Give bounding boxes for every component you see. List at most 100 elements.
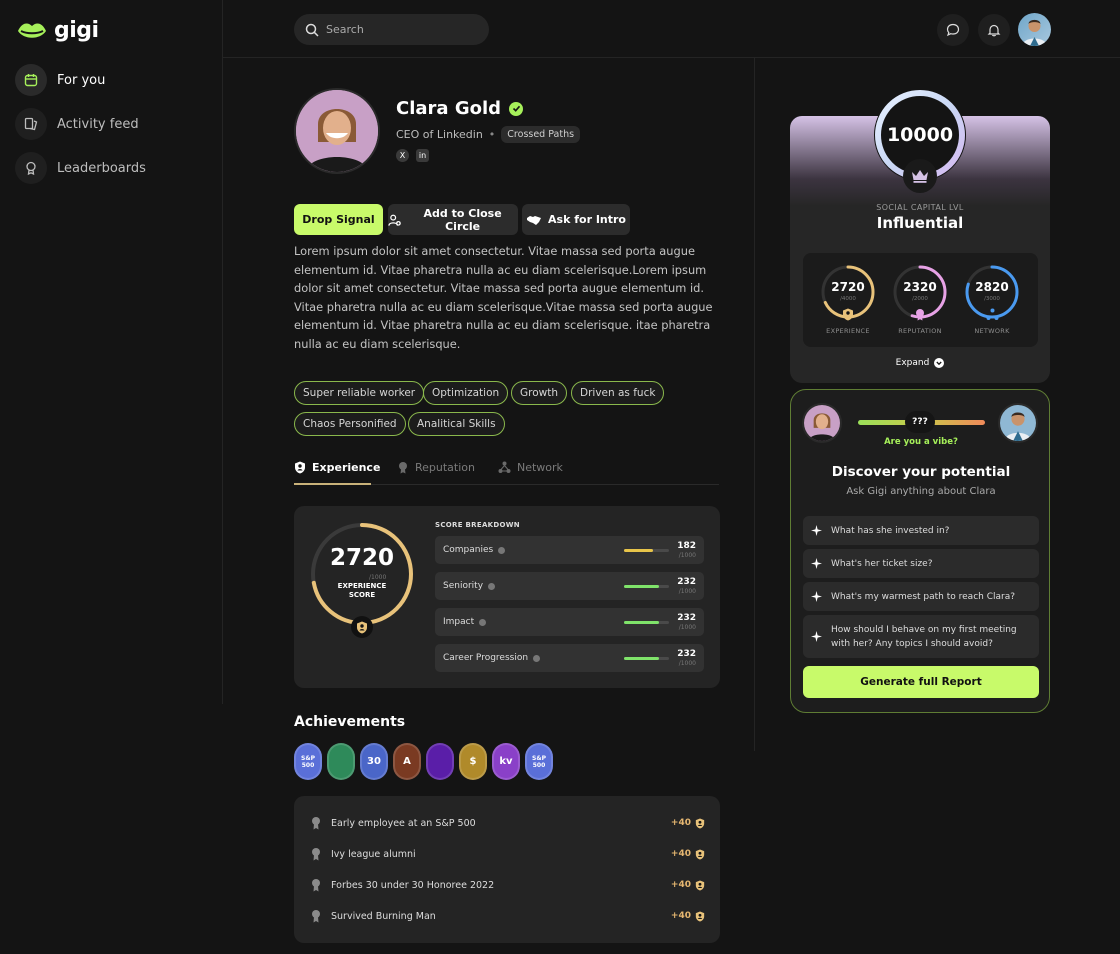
linkedin-social-icon[interactable]: in: [416, 149, 429, 162]
achievement-text: Ivy league alumni: [331, 848, 416, 860]
shield-person-icon: [695, 849, 705, 859]
skill-tag[interactable]: Growth: [511, 381, 568, 405]
breakdown-row-seniority[interactable]: Seniority 232 /1000: [435, 572, 704, 600]
achievement-points: +40: [671, 880, 705, 891]
button-label: Add to Close Circle: [423, 206, 502, 233]
question-text: What has she invested in?: [831, 525, 950, 536]
drop-signal-button[interactable]: Drop Signal: [294, 204, 383, 235]
skill-tag[interactable]: Chaos Personified: [294, 412, 406, 436]
score-minis-panel: 2720 /4000 2320 /2000 2820 /3000 EXPERIE…: [803, 253, 1038, 347]
tab-network[interactable]: Network: [498, 461, 563, 474]
points-value: +40: [670, 849, 691, 859]
breakdown-bar: [624, 621, 669, 624]
mini-score-max: /2000: [912, 296, 928, 302]
suggested-question[interactable]: What has she invested in?: [803, 516, 1039, 545]
button-label: Ask for Intro: [548, 213, 626, 226]
info-icon[interactable]: [533, 654, 541, 662]
vibe-caption: Are you a vibe?: [884, 437, 958, 447]
breakdown-max: /1000: [678, 624, 696, 631]
breakdown-max: /1000: [678, 552, 696, 559]
suggested-question[interactable]: How should I behave on my first meeting …: [803, 615, 1039, 658]
experience-shield-icon: [843, 308, 853, 321]
breakdown-bar: [624, 585, 669, 588]
social-capital-score: 10000: [886, 124, 954, 146]
suggested-question[interactable]: What's my warmest path to reach Clara?: [803, 582, 1039, 611]
tab-label: Reputation: [415, 461, 475, 474]
list-item[interactable]: Survived Burning Man +40: [311, 908, 705, 924]
suggested-question[interactable]: What's her ticket size?: [803, 549, 1039, 578]
sidebar-item-for-you[interactable]: For you: [15, 64, 205, 96]
mini-score-label: EXPERIENCE: [826, 327, 870, 335]
breakdown-label-text: Career Progression: [443, 653, 529, 663]
breakdown-label: Career Progression: [443, 653, 541, 663]
chat-bubble-icon: [946, 23, 960, 37]
add-close-circle-button[interactable]: Add to Close Circle: [388, 204, 518, 235]
mini-score-label: NETWORK: [974, 327, 1010, 335]
experience-score-max: /1000: [369, 574, 387, 581]
list-item[interactable]: Ivy league alumni +40: [311, 846, 705, 862]
tab-reputation[interactable]: Reputation: [397, 461, 475, 474]
achievement-medal[interactable]: A: [393, 743, 421, 780]
skill-tag[interactable]: Driven as fuck: [571, 381, 665, 405]
breakdown-row-career-progression[interactable]: Career Progression 232 /1000: [435, 644, 704, 672]
ribbon-icon: [312, 848, 320, 861]
logo[interactable]: gigi: [16, 18, 99, 43]
achievement-medal[interactable]: $: [459, 743, 487, 780]
shield-person-icon: [695, 911, 705, 921]
notifications-button[interactable]: [978, 14, 1010, 46]
column-divider: [754, 58, 755, 751]
breakdown-label: Impact: [443, 617, 487, 627]
sidebar-item-leaderboards[interactable]: Leaderboards: [15, 152, 205, 184]
mini-score-max: /3000: [984, 296, 1000, 302]
ribbon-icon: [312, 817, 320, 830]
lips-logo-icon: [18, 22, 46, 38]
breakdown-title: SCORE BREAKDOWN: [435, 521, 520, 529]
achievement-medal[interactable]: kv: [492, 743, 520, 780]
achievement-medal[interactable]: [426, 743, 454, 780]
achievement-medal[interactable]: 30: [360, 743, 388, 780]
generate-report-button[interactable]: Generate full Report: [803, 666, 1039, 698]
question-text: What's her ticket size?: [831, 558, 933, 569]
list-item[interactable]: Early employee at an S&P 500 +40: [311, 815, 705, 831]
x-social-icon[interactable]: X: [396, 149, 409, 162]
search-bar[interactable]: [294, 14, 489, 45]
info-icon[interactable]: [488, 582, 496, 590]
breakdown-label: Seniority: [443, 581, 496, 591]
achievement-medal[interactable]: [327, 743, 355, 780]
network-icon: [498, 461, 511, 473]
achievement-medal[interactable]: S&P 500: [294, 743, 322, 780]
sidebar-item-label: Leaderboards: [57, 160, 146, 176]
skill-tag[interactable]: Analitical Skills: [408, 412, 505, 436]
info-icon[interactable]: [498, 546, 506, 554]
social-capital-level-label: SOCIAL CAPITAL LVL: [876, 203, 964, 212]
sidebar-item-activity-feed[interactable]: Activity feed: [15, 108, 205, 140]
ask-for-intro-button[interactable]: Ask for Intro: [522, 204, 630, 235]
crown-icon: [903, 159, 937, 193]
achievements-title: Achievements: [294, 714, 406, 730]
network-icon: [986, 308, 999, 320]
breakdown-bar-fill: [624, 621, 660, 624]
button-label: Drop Signal: [302, 213, 375, 226]
list-item[interactable]: Forbes 30 under 30 Honoree 2022 +40: [311, 877, 705, 893]
search-input[interactable]: [326, 23, 466, 36]
user-avatar[interactable]: [1018, 13, 1051, 46]
shield-person-icon: [695, 818, 705, 828]
tab-experience[interactable]: Experience: [294, 461, 380, 474]
breakdown-label-text: Seniority: [443, 581, 484, 591]
breakdown-row-companies[interactable]: Companies 182 /1000: [435, 536, 704, 564]
question-text: How should I behave on my first meeting …: [831, 624, 1017, 649]
experience-score-value: 2720: [329, 545, 394, 571]
breakdown-max: /1000: [678, 588, 696, 595]
messages-button[interactable]: [937, 14, 969, 46]
profile-bio: Lorem ipsum dolor sit amet consectetur. …: [294, 244, 713, 351]
skill-tag[interactable]: Optimization: [423, 381, 509, 405]
points-value: +40: [670, 880, 691, 890]
achievement-medal[interactable]: S&P 500: [525, 743, 553, 780]
reputation-medal-icon: [916, 309, 924, 321]
info-icon[interactable]: [479, 618, 487, 626]
breakdown-row-impact[interactable]: Impact 232 /1000: [435, 608, 704, 636]
sidebar-item-label: For you: [57, 72, 106, 88]
skill-tag[interactable]: Super reliable worker: [294, 381, 425, 405]
verified-check-icon: [509, 101, 524, 116]
expand-button[interactable]: Expand: [790, 358, 1050, 368]
